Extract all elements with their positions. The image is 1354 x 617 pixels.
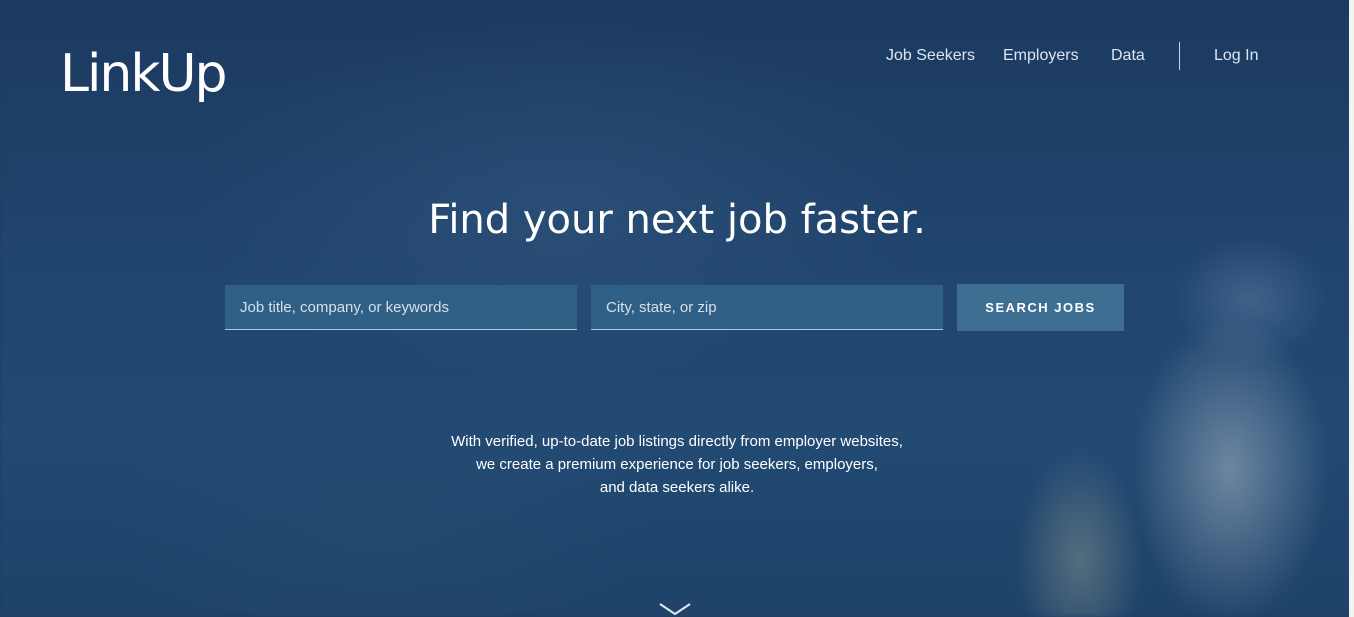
page-scrollbar[interactable] <box>1349 0 1354 617</box>
tagline-line: With verified, up-to-date job listings d… <box>451 433 903 450</box>
tagline-line: we create a premium experience for job s… <box>476 456 878 473</box>
nav-divider <box>1179 42 1180 70</box>
location-search-input[interactable] <box>591 285 943 330</box>
search-jobs-button[interactable]: SEARCH JOBS <box>957 284 1124 331</box>
chevron-down-icon[interactable] <box>659 603 691 617</box>
tagline-line: and data seekers alike. <box>599 479 755 496</box>
nav-item-employers[interactable]: Employers <box>1003 44 1079 68</box>
nav-item-log-in[interactable]: Log In <box>1214 44 1258 68</box>
keywords-search-input[interactable] <box>225 285 577 330</box>
nav-item-data[interactable]: Data <box>1111 44 1145 68</box>
linkup-logo[interactable]: LinkUp <box>60 44 228 104</box>
hero-tagline: With verified, up-to-date job listings d… <box>0 430 1354 499</box>
hero-headline: Find your next job faster. <box>428 197 926 243</box>
nav-item-job-seekers[interactable]: Job Seekers <box>886 44 975 68</box>
